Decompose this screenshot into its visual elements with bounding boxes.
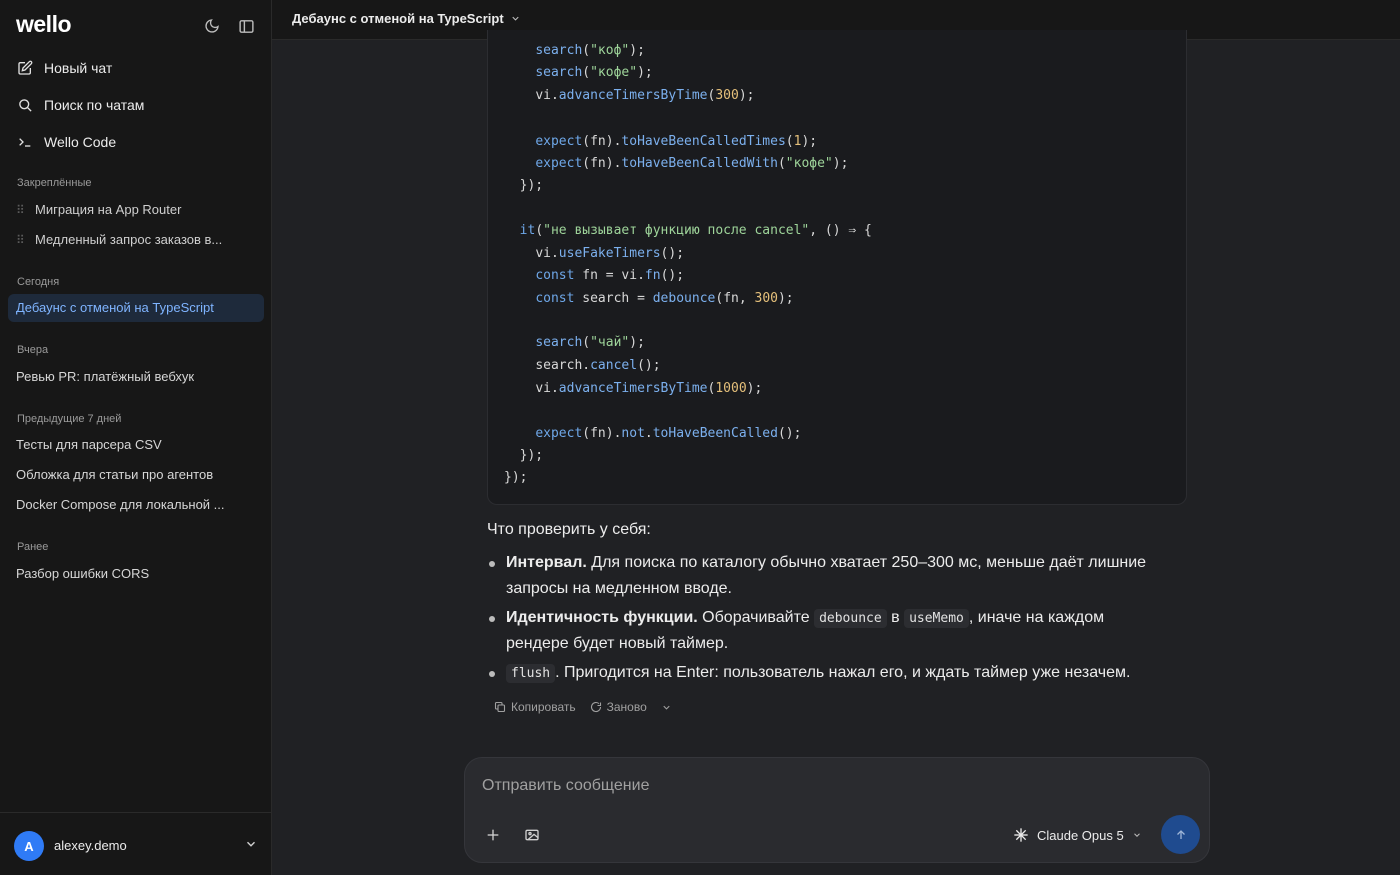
user-menu[interactable]: A alexey.demo bbox=[0, 812, 272, 875]
bullet-1-line-1: Интервал. Для поиска по каталогу обычно … bbox=[506, 554, 1146, 572]
code-line: }); bbox=[504, 470, 528, 485]
image-icon bbox=[525, 829, 539, 841]
bullet-dot bbox=[489, 561, 495, 567]
bullet-2-text: Оборачивайте bbox=[697, 609, 815, 626]
code-line: expect(fn).toHaveBeenCalledTimes(1); bbox=[535, 134, 818, 149]
message-lead: Что проверить у себя: bbox=[487, 521, 651, 538]
earlier-section-label: Ранее bbox=[17, 541, 49, 553]
bullet-2-tail: , иначе на каждом bbox=[968, 609, 1105, 626]
pinned-chat-item[interactable]: ⠿ Медленный запрос заказов в... bbox=[16, 232, 222, 247]
sparkle-icon bbox=[1014, 828, 1028, 842]
code-line: const search = debounce(fn, 300); bbox=[535, 291, 794, 306]
code-line: search("чай"); bbox=[535, 335, 645, 350]
chat-item[interactable]: Тесты для парсера CSV bbox=[16, 437, 162, 452]
conversation-title: Дебаунс с отменой на TypeScript bbox=[292, 11, 504, 26]
bullet-2-line-1: Идентичность функции. Оборачивайте debou… bbox=[506, 609, 1105, 628]
more-options-button[interactable] bbox=[661, 702, 672, 713]
code-line: vi.useFakeTimers(); bbox=[535, 246, 685, 261]
username: alexey.demo bbox=[54, 838, 127, 853]
pinned-chat-item[interactable]: ⠿ Миграция на App Router bbox=[16, 202, 181, 217]
send-button[interactable] bbox=[1161, 815, 1200, 854]
arrow-up-icon bbox=[1176, 829, 1185, 839]
new-chat-label: Новый чат bbox=[44, 60, 113, 76]
yesterday-section-label: Вчера bbox=[17, 344, 49, 356]
pinned-chat-label: Медленный запрос заказов в... bbox=[35, 232, 223, 247]
today-section-label: Сегодня bbox=[17, 276, 60, 288]
inline-code: useMemo bbox=[904, 609, 969, 628]
chat-item-label: Дебаунс с отменой на TypeScript bbox=[16, 300, 214, 315]
search-chats-label: Поиск по чатам bbox=[44, 97, 145, 113]
code-line: const fn = vi.fn(); bbox=[535, 268, 685, 283]
chevron-down-icon[interactable] bbox=[244, 837, 258, 856]
chevron-down-icon bbox=[663, 705, 670, 710]
message-input[interactable] bbox=[482, 777, 1082, 795]
chat-item[interactable]: Обложка для статьи про агентов bbox=[16, 467, 213, 482]
code-line: vi.advanceTimersByTime(1000); bbox=[535, 381, 763, 396]
bullet-dot bbox=[489, 616, 495, 622]
week-section-label: Предыдущие 7 дней bbox=[17, 413, 122, 425]
terminal-icon bbox=[16, 133, 34, 151]
copy-button[interactable]: Копировать bbox=[494, 700, 576, 714]
bullet-1-text: Для поиска по каталогу обычно хватает 25… bbox=[586, 554, 1147, 571]
plus-icon bbox=[487, 829, 499, 841]
retry-button[interactable]: Заново bbox=[590, 700, 647, 714]
code-line: search("кофе"); bbox=[535, 65, 653, 80]
chevron-down-icon bbox=[1133, 833, 1140, 837]
bullet-1-line-2: запросы на медленном вводе. bbox=[506, 580, 732, 597]
sidebar: wello Новый чат Поиск по чатам Wello Cod… bbox=[0, 0, 272, 875]
bullet-2-bold: Идентичность функции. bbox=[506, 609, 698, 626]
inline-code: debounce bbox=[814, 609, 887, 628]
code-block: search("коф"); search("кофе"); vi.advanc… bbox=[487, 30, 1187, 505]
model-name: Claude Opus 5 bbox=[1037, 827, 1124, 843]
sidebar-toggle-icon[interactable] bbox=[236, 16, 256, 36]
refresh-icon bbox=[590, 701, 601, 713]
chat-item[interactable]: Docker Compose для локальной ... bbox=[16, 497, 225, 512]
pinned-chat-label: Миграция на App Router bbox=[35, 202, 182, 217]
inline-code: flush bbox=[506, 664, 556, 683]
chat-item[interactable]: Ревью PR: платёжный вебхук bbox=[16, 369, 194, 384]
drag-handle-icon[interactable]: ⠿ bbox=[16, 233, 26, 247]
copy-label: Копировать bbox=[511, 700, 576, 714]
bullet-1-bold: Интервал. bbox=[506, 554, 587, 571]
drag-handle-icon[interactable]: ⠿ bbox=[16, 203, 26, 217]
conversation-title-button[interactable]: Дебаунс с отменой на TypeScript bbox=[292, 11, 521, 26]
chat-item[interactable]: Разбор ошибки CORS bbox=[16, 566, 149, 581]
code-line: search("коф"); bbox=[535, 43, 645, 58]
bullet-3-line-1: flush. Пригодится на Enter: пользователь… bbox=[506, 664, 1131, 683]
bullet-2-mid: в bbox=[886, 609, 905, 626]
bullet-2-line-2: рендере будет новый таймер. bbox=[506, 635, 729, 652]
code-line: }); bbox=[504, 448, 544, 463]
search-icon bbox=[16, 96, 34, 114]
code-line: vi.advanceTimersByTime(300); bbox=[535, 88, 755, 103]
edit-icon bbox=[16, 59, 34, 77]
theme-toggle-icon[interactable] bbox=[202, 16, 222, 36]
bullet-3-text: . Пригодится на Enter: пользователь нажа… bbox=[555, 664, 1131, 681]
code-line: expect(fn).not.toHaveBeenCalled(); bbox=[535, 426, 802, 441]
pinned-section-label: Закреплённые bbox=[17, 177, 92, 189]
add-attachment-button[interactable] bbox=[482, 824, 504, 846]
message-composer: Claude Opus 5 bbox=[464, 757, 1210, 863]
model-selector[interactable]: Claude Opus 5 bbox=[1013, 824, 1142, 846]
app-logo[interactable]: wello bbox=[16, 11, 72, 38]
wello-code-button[interactable]: Wello Code bbox=[16, 130, 116, 154]
new-chat-button[interactable]: Новый чат bbox=[16, 56, 112, 80]
code-line: }); bbox=[504, 178, 544, 193]
code-line: expect(fn).toHaveBeenCalledWith("кофе"); bbox=[535, 156, 849, 171]
avatar: A bbox=[14, 831, 44, 861]
copy-icon bbox=[494, 701, 506, 713]
retry-label: Заново bbox=[606, 700, 647, 714]
bullet-dot bbox=[489, 671, 495, 677]
code-line: it("не вызывает функцию после cancel", (… bbox=[519, 223, 872, 238]
message-actions: Копировать Заново bbox=[494, 700, 672, 714]
search-chats-button[interactable]: Поиск по чатам bbox=[16, 93, 144, 117]
add-image-button[interactable] bbox=[521, 824, 543, 846]
code-line: search.cancel(); bbox=[535, 358, 661, 373]
wello-code-label: Wello Code bbox=[44, 134, 117, 150]
chat-item-active[interactable]: Дебаунс с отменой на TypeScript bbox=[8, 294, 264, 322]
chevron-down-icon bbox=[512, 16, 519, 21]
